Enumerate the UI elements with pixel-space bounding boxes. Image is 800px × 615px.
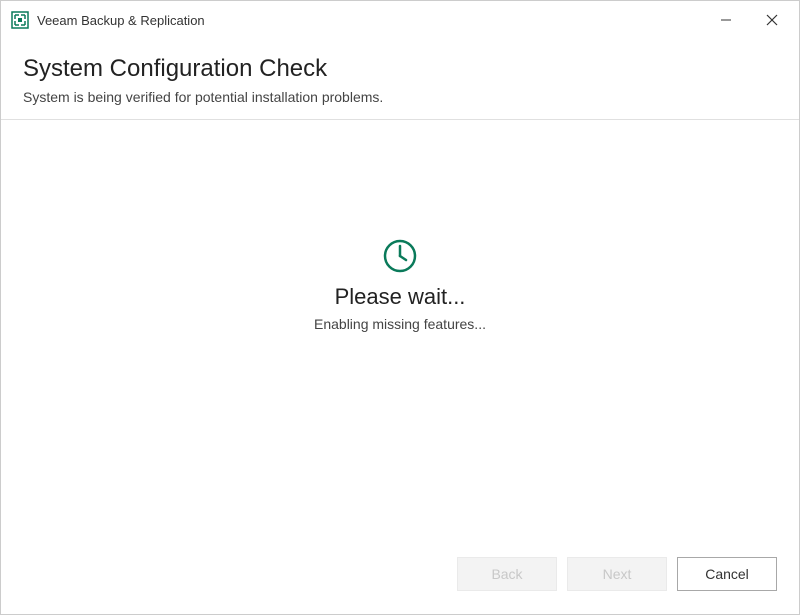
minimize-icon — [720, 14, 732, 26]
minimize-button[interactable] — [703, 1, 749, 39]
veeam-icon — [11, 11, 29, 29]
clock-icon — [382, 238, 418, 274]
wait-text: Please wait... — [335, 284, 466, 310]
window-controls — [703, 1, 795, 39]
status-text: Enabling missing features... — [314, 316, 486, 332]
close-button[interactable] — [749, 1, 795, 39]
close-icon — [766, 14, 778, 26]
footer-buttons: Back Next Cancel — [1, 550, 799, 614]
page-subtitle: System is being verified for potential i… — [23, 89, 777, 105]
page-title: System Configuration Check — [23, 55, 777, 83]
page-header: System Configuration Check System is bei… — [1, 39, 799, 120]
title-bar: Veeam Backup & Replication — [1, 1, 799, 39]
back-button: Back — [457, 557, 557, 591]
app-title: Veeam Backup & Replication — [37, 13, 703, 28]
content-area: Please wait... Enabling missing features… — [1, 120, 799, 550]
cancel-button[interactable]: Cancel — [677, 557, 777, 591]
next-button: Next — [567, 557, 667, 591]
